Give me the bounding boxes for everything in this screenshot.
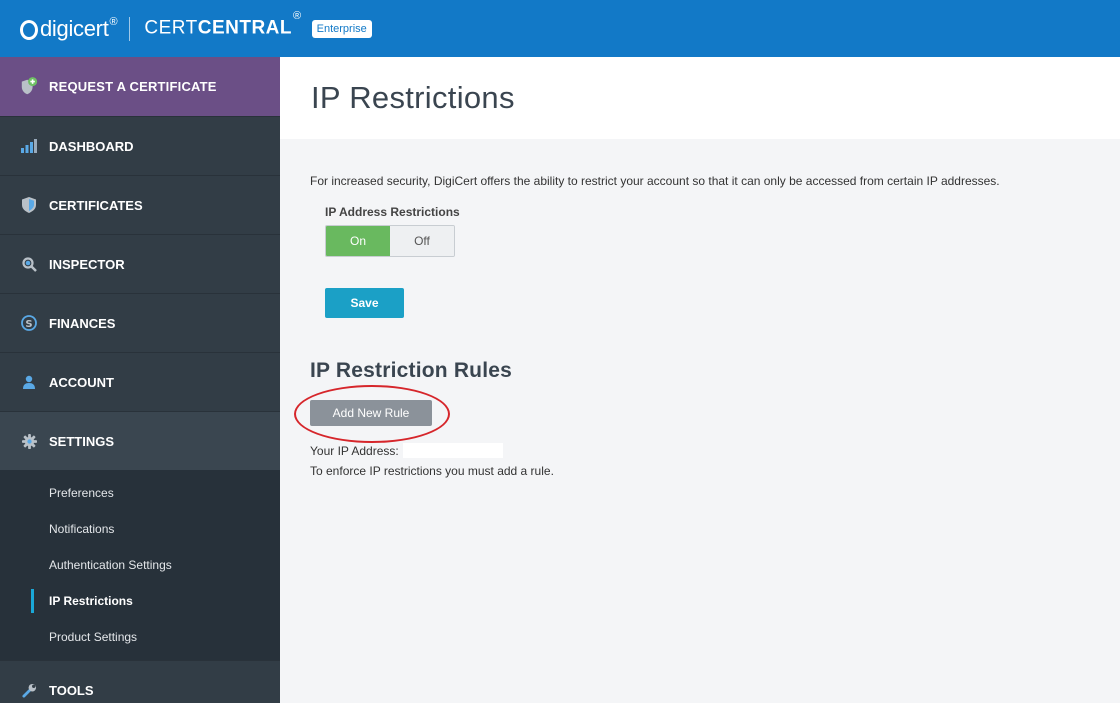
product-reg: ®: [293, 10, 302, 23]
sidebar-item-label: TOOLS: [49, 682, 94, 698]
digicert-logo-icon: [20, 19, 38, 40]
sidebar-item-label: INSPECTOR: [49, 256, 125, 272]
settings-submenu: Preferences Notifications Authentication…: [0, 470, 280, 660]
dollar-icon: S: [20, 314, 38, 332]
sidebar-item-certificates[interactable]: CERTIFICATES: [0, 175, 280, 234]
logo-divider: [129, 16, 131, 41]
gear-icon: [20, 432, 38, 450]
submenu-item-notifications[interactable]: Notifications: [0, 511, 280, 547]
product-light: CERT: [144, 17, 198, 39]
submenu-item-product-settings[interactable]: Product Settings: [0, 619, 280, 655]
add-rule-area: Add New Rule: [294, 385, 470, 443]
sidebar-item-finances[interactable]: S FINANCES: [0, 293, 280, 352]
rules-section-title: IP Restriction Rules: [310, 359, 513, 382]
sidebar-item-label: SETTINGS: [49, 433, 115, 449]
shield-icon: [20, 196, 38, 214]
digicert-logo[interactable]: digicert ®: [20, 15, 118, 42]
page-title: IP Restrictions: [311, 80, 515, 115]
sidebar-item-label: DASHBOARD: [49, 138, 134, 154]
bar-chart-icon: [20, 137, 38, 155]
submenu-item-authentication-settings[interactable]: Authentication Settings: [0, 547, 280, 583]
your-ip-line: Your IP Address:: [310, 443, 1120, 458]
wrench-icon: [20, 681, 38, 699]
request-certificate-label: REQUEST A CERTIFICATE: [49, 79, 217, 94]
page-header: IP Restrictions: [280, 57, 1120, 139]
your-ip-label: Your IP Address:: [310, 443, 399, 458]
search-icon: [20, 255, 38, 273]
main-content: IP Restrictions For increased security, …: [280, 57, 1120, 703]
shield-plus-icon: [20, 76, 38, 96]
add-new-rule-button[interactable]: Add New Rule: [310, 400, 432, 426]
toggle-off-option[interactable]: Off: [390, 226, 454, 256]
certcentral-logo[interactable]: CERTCENTRAL®: [144, 10, 301, 39]
submenu-item-ip-restrictions[interactable]: IP Restrictions: [0, 583, 280, 619]
toggle-label: IP Address Restrictions: [325, 205, 460, 219]
product-bold: CENTRAL: [197, 17, 293, 39]
sidebar-item-settings[interactable]: SETTINGS: [0, 411, 280, 470]
sidebar-item-label: ACCOUNT: [49, 374, 114, 390]
sidebar-item-tools[interactable]: TOOLS: [0, 660, 280, 703]
ip-restrictions-form: For increased security, DigiCert offers …: [280, 139, 1120, 478]
user-icon: [20, 373, 38, 391]
sidebar-item-account[interactable]: ACCOUNT: [0, 352, 280, 411]
description-text: For increased security, DigiCert offers …: [310, 174, 1000, 188]
logo-reg: ®: [109, 15, 118, 28]
ip-address-redacted: [402, 443, 503, 458]
ip-restrictions-toggle: On Off: [325, 225, 455, 257]
sidebar-item-label: FINANCES: [49, 315, 116, 331]
sidebar-item-dashboard[interactable]: DASHBOARD: [0, 116, 280, 175]
submenu-item-preferences[interactable]: Preferences: [0, 475, 280, 511]
svg-text:S: S: [25, 319, 32, 330]
enforce-text: To enforce IP restrictions you must add …: [310, 464, 554, 478]
sidebar-item-inspector[interactable]: INSPECTOR: [0, 234, 280, 293]
edition-badge: Enterprise: [311, 19, 372, 38]
top-bar: digicert ® CERTCENTRAL® Enterprise: [0, 0, 1120, 57]
toggle-on-option[interactable]: On: [326, 226, 390, 256]
sidebar: REQUEST A CERTIFICATE DASHBOARD CERTIFIC…: [0, 57, 280, 703]
logo-text: digicert: [40, 15, 109, 41]
request-certificate-button[interactable]: REQUEST A CERTIFICATE: [0, 57, 280, 116]
sidebar-item-label: CERTIFICATES: [49, 197, 143, 213]
save-button[interactable]: Save: [325, 288, 404, 318]
